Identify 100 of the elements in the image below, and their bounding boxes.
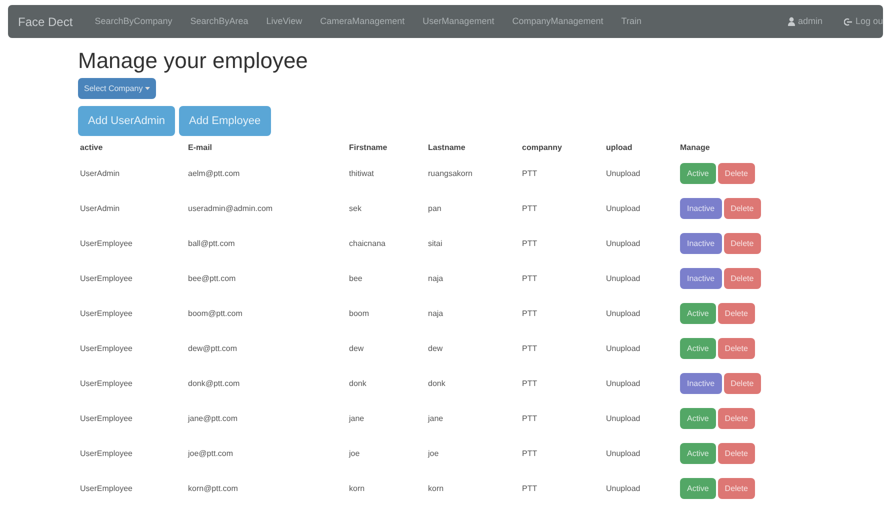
page-heading: Manage your employee [78, 48, 309, 74]
active-button[interactable]: Active [680, 338, 716, 359]
table-cell-text: jane@ptt.com [186, 412, 238, 425]
table-cell-text: ball@ptt.com [187, 238, 236, 250]
table-cell-text: PTT [521, 238, 538, 250]
select-company-dropdown[interactable]: Select Company [78, 78, 156, 99]
table-cell-text: korn@ptt.com [187, 482, 239, 495]
table-cell-text: UserEmployee [79, 272, 134, 285]
user-link[interactable]: admin [788, 14, 822, 28]
column-header: upload [605, 142, 634, 154]
table-cell-text: Unupload [605, 168, 642, 180]
table-cell-text: Unupload [605, 482, 642, 495]
table-cell-text: chaicnana [348, 238, 386, 250]
table-cell-text: UserAdmin [79, 168, 121, 180]
table-cell-text: UserEmployee [79, 238, 134, 250]
table-cell-text: PTT [521, 272, 538, 284]
table-cell-text: UserAdmin [79, 202, 121, 214]
logout-link[interactable]: Log ou [844, 14, 883, 28]
table-cell-text: joe@ptt.com [186, 448, 234, 460]
table-cell-text: dew [427, 342, 444, 354]
table-cell-text: ruangsakorn [427, 168, 474, 180]
table-cell-text: joe [426, 448, 440, 460]
table-cell-text: UserEmployee [79, 482, 134, 495]
table-cell-text: PTT [521, 412, 538, 424]
table-cell-text: useradmin@admin.com [187, 202, 274, 214]
delete-button[interactable]: Delete [724, 198, 761, 219]
table-cell-text: korn [427, 482, 445, 494]
table-cell-text: Unupload [605, 378, 642, 390]
table-cell-text: boom [348, 308, 370, 320]
table-cell-text: aelm@ptt.com [187, 168, 241, 180]
delete-button[interactable]: Delete [718, 338, 755, 359]
nav-link[interactable]: Train [621, 14, 642, 28]
table-cell-text: dew@ptt.com [187, 342, 238, 355]
delete-button[interactable]: Delete [724, 268, 761, 289]
table-cell-text: UserEmployee [79, 448, 134, 460]
delete-button[interactable]: Delete [718, 303, 755, 324]
table-cell-text: joe [348, 448, 361, 460]
table-cell-text: Unupload [605, 308, 642, 320]
delete-button[interactable]: Delete [724, 233, 761, 254]
table-cell-text: Unupload [605, 202, 642, 215]
table-cell-text: PTT [521, 448, 538, 460]
active-button[interactable]: Active [680, 303, 716, 324]
table-cell-text: PTT [521, 482, 538, 494]
nav-link[interactable]: CameraManagement [320, 14, 405, 28]
table-cell-text: naja [427, 272, 444, 285]
delete-button[interactable]: Delete [724, 373, 761, 394]
table-cell-text: Unupload [605, 412, 642, 425]
nav-link[interactable]: SearchByCompany [94, 14, 172, 28]
table-cell-text: boom@ptt.com [187, 308, 244, 320]
table-cell-text: dew [348, 342, 365, 354]
table-cell-text: bee [348, 272, 364, 284]
table-cell-text: PTT [521, 308, 538, 320]
nav-link[interactable]: LiveView [266, 14, 302, 28]
column-header: E-mail [187, 142, 214, 154]
table-cell-text: Unupload [605, 238, 642, 250]
add-button[interactable]: Add UserAdmin [78, 106, 176, 136]
brand-name[interactable]: Face Dect [18, 12, 73, 30]
active-button[interactable]: Active [680, 163, 716, 184]
active-button[interactable]: Active [680, 478, 716, 499]
add-button[interactable]: Add Employee [179, 106, 271, 136]
table-cell-text: korn [348, 482, 366, 494]
table-cell-text: UserEmployee [79, 412, 134, 425]
table-cell-text: jane [426, 412, 444, 425]
logout-icon [844, 18, 852, 26]
table-cell-text: Unupload [605, 342, 642, 355]
table-cell-text: UserEmployee [79, 308, 134, 320]
user-icon [788, 17, 795, 26]
active-button[interactable]: Active [680, 443, 716, 464]
table-cell-text: donk@ptt.com [187, 378, 241, 390]
table-cell-text: sitai [427, 238, 444, 250]
table-cell-text: bee@ptt.com [187, 272, 237, 285]
delete-button[interactable]: Delete [718, 163, 755, 184]
table-cell-text: jane [348, 412, 366, 425]
table-cell-text: sek [348, 202, 362, 214]
table-cell-text: PTT [521, 202, 538, 214]
column-header: Firstname [348, 142, 388, 154]
table-cell-text: PTT [521, 378, 538, 390]
active-button[interactable]: Active [680, 408, 716, 429]
table-cell-text: Unupload [605, 272, 642, 285]
table-cell-text: donk [427, 378, 446, 390]
column-header: active [79, 142, 104, 154]
delete-button[interactable]: Delete [718, 478, 755, 499]
table-cell-text: PTT [521, 168, 538, 180]
table-cell-text: pan [427, 202, 442, 215]
column-header: companny [521, 142, 564, 154]
table-cell-text: naja [427, 308, 444, 320]
nav-link[interactable]: SearchByArea [190, 14, 248, 28]
table-cell-text: Unupload [605, 448, 642, 460]
table-cell-text: UserEmployee [79, 342, 134, 355]
nav-link[interactable]: CompanyManagement [512, 14, 604, 28]
table-cell-text: thitiwat [348, 168, 375, 180]
table-cell-text: donk [348, 378, 368, 390]
table-cell-text: UserEmployee [79, 378, 134, 390]
nav-link[interactable]: UserManagement [422, 14, 494, 28]
delete-button[interactable]: Delete [718, 408, 755, 429]
column-header: Manage [679, 142, 711, 154]
column-header: Lastname [427, 142, 466, 154]
caret-icon [144, 87, 150, 90]
delete-button[interactable]: Delete [718, 443, 755, 464]
table-cell-text: PTT [521, 342, 538, 354]
